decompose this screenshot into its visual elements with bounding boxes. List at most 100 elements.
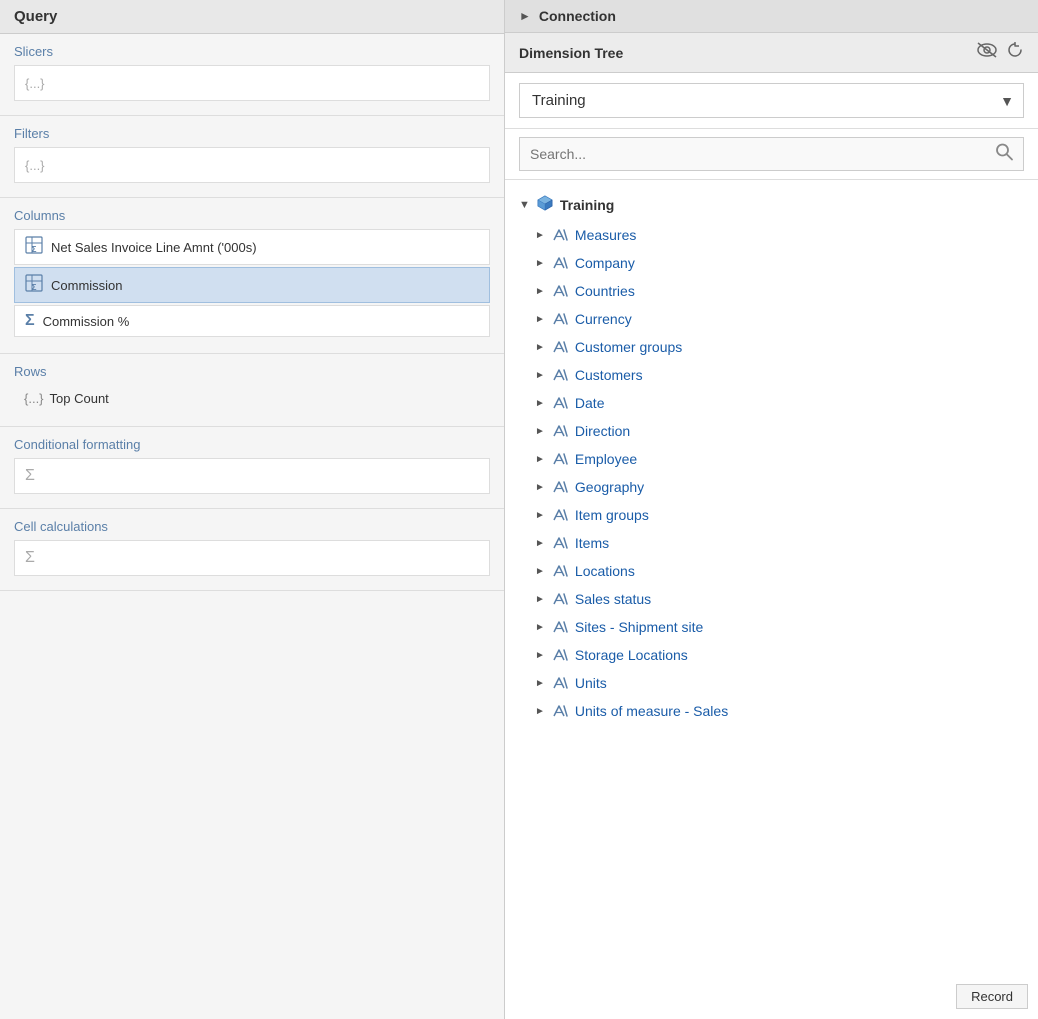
tree-item-expand-arrow: ► (535, 650, 545, 661)
tree-item-label: Employee (575, 451, 637, 467)
tree-item[interactable]: ► Storage Locations (505, 641, 1038, 669)
cube-icon (536, 194, 554, 215)
svg-text:Σ: Σ (32, 245, 37, 254)
refresh-icon[interactable] (1006, 41, 1024, 64)
slicers-content[interactable]: {...} (14, 65, 490, 101)
cell-calculations-section: Cell calculations Σ (0, 509, 504, 591)
tree-item-label: Item groups (575, 507, 649, 523)
tree-item-expand-arrow: ► (535, 370, 545, 381)
record-button[interactable]: Record (956, 984, 1028, 1009)
tree-item[interactable]: ► Sales status (505, 585, 1038, 613)
dimension-icon (551, 226, 569, 244)
left-panel: Query Slicers {...} Filters {...} Column… (0, 0, 505, 1019)
right-wrapper: ► Connection Dimension Tree (505, 0, 1038, 1019)
dimension-icon (551, 674, 569, 692)
tree-root-collapse-arrow: ▼ (519, 199, 530, 211)
tree-item-label: Countries (575, 283, 635, 299)
tree-item-expand-arrow: ► (535, 538, 545, 549)
tree-item[interactable]: ► Sites - Shipment site (505, 613, 1038, 641)
tree-item[interactable]: ► Countries (505, 277, 1038, 305)
tree-item-label: Date (575, 395, 605, 411)
column-item[interactable]: Σ Net Sales Invoice Line Amnt ('000s) (14, 229, 490, 265)
tree-item[interactable]: ► Currency (505, 305, 1038, 333)
tree-item-label: Company (575, 255, 635, 271)
tree-item[interactable]: ► Geography (505, 473, 1038, 501)
column-2-label: Commission (51, 278, 123, 293)
dimension-icon (551, 422, 569, 440)
tree-item-label: Units (575, 675, 607, 691)
query-header: Query (0, 0, 504, 34)
tree-item[interactable]: ► Customer groups (505, 333, 1038, 361)
tree-item-label: Sites - Shipment site (575, 619, 703, 635)
dimension-icon (551, 366, 569, 384)
tree-item-label: Customer groups (575, 339, 682, 355)
columns-section: Columns Σ Net Sales Invoice Line Amnt ('… (0, 198, 504, 354)
filters-content[interactable]: {...} (14, 147, 490, 183)
tree-item-expand-arrow: ► (535, 454, 545, 465)
tree-item-label: Units of measure - Sales (575, 703, 728, 719)
search-input[interactable] (519, 137, 1024, 171)
tree-item-label: Currency (575, 311, 632, 327)
dimension-icon (551, 338, 569, 356)
tree-item-label: Items (575, 535, 609, 551)
tree-items-container: ► Measures ► Company ► Countries ► Curre… (505, 221, 1038, 725)
tree-item-expand-arrow: ► (535, 594, 545, 605)
tree-item-label: Sales status (575, 591, 651, 607)
tree-item-expand-arrow: ► (535, 566, 545, 577)
sigma-icon: Σ (25, 312, 35, 330)
tree-item-expand-arrow: ► (535, 398, 545, 409)
tree-item-expand-arrow: ► (535, 342, 545, 353)
database-select[interactable]: Training (519, 83, 1024, 118)
sigma-table-icon-selected: Σ (25, 274, 43, 296)
tree-item-label: Storage Locations (575, 647, 688, 663)
tree-item[interactable]: ► Units of measure - Sales (505, 697, 1038, 725)
hide-icon[interactable] (976, 41, 998, 64)
tree-item[interactable]: ► Employee (505, 445, 1038, 473)
dimension-icon (551, 590, 569, 608)
dimension-icon (551, 534, 569, 552)
tree-item[interactable]: ► Measures (505, 221, 1038, 249)
conditional-formatting-content[interactable]: Σ (14, 458, 490, 494)
dimension-icon (551, 506, 569, 524)
column-item[interactable]: Σ Commission % (14, 305, 490, 337)
columns-list: Σ Net Sales Invoice Line Amnt ('000s) Σ … (14, 229, 490, 337)
cell-calculations-content[interactable]: Σ (14, 540, 490, 576)
cell-calculations-placeholder: Σ (25, 549, 35, 567)
dimension-icon (551, 618, 569, 636)
tree-item-expand-arrow: ► (535, 314, 545, 325)
rows-item-label: Top Count (50, 391, 109, 406)
tree-item[interactable]: ► Items (505, 529, 1038, 557)
tree-item[interactable]: ► Item groups (505, 501, 1038, 529)
dimension-icon (551, 450, 569, 468)
connection-expand-arrow[interactable]: ► (519, 9, 531, 23)
svg-text:Σ: Σ (32, 283, 37, 292)
cell-calculations-label: Cell calculations (14, 519, 490, 534)
rows-label: Rows (14, 364, 490, 379)
tree-item-label: Geography (575, 479, 644, 495)
tree-root-item[interactable]: ▼ Training (505, 188, 1038, 221)
tree-item[interactable]: ► Company (505, 249, 1038, 277)
column-3-label: Commission % (43, 314, 130, 329)
tree-item[interactable]: ► Locations (505, 557, 1038, 585)
tree-item[interactable]: ► Customers (505, 361, 1038, 389)
tree-root-label: Training (560, 197, 614, 213)
conditional-formatting-label: Conditional formatting (14, 437, 490, 452)
dimension-tree-area: ▼ Training ► Measures ► (505, 180, 1038, 1019)
tree-item-expand-arrow: ► (535, 622, 545, 633)
dimension-icon (551, 310, 569, 328)
columns-label: Columns (14, 208, 490, 223)
search-area (505, 129, 1038, 180)
tree-item[interactable]: ► Date (505, 389, 1038, 417)
tree-item-label: Measures (575, 227, 636, 243)
column-item[interactable]: Σ Commission (14, 267, 490, 303)
tree-item[interactable]: ► Direction (505, 417, 1038, 445)
tree-item[interactable]: ► Units (505, 669, 1038, 697)
slicers-section: Slicers {...} (0, 34, 504, 116)
dim-tree-icons (976, 41, 1024, 64)
rows-content[interactable]: {...} Top Count (14, 385, 490, 412)
search-icon (994, 142, 1014, 167)
right-panel: ► Connection Dimension Tree (505, 0, 1038, 1019)
tree-item-expand-arrow: ► (535, 258, 545, 269)
column-1-label: Net Sales Invoice Line Amnt ('000s) (51, 240, 257, 255)
conditional-formatting-section: Conditional formatting Σ (0, 427, 504, 509)
